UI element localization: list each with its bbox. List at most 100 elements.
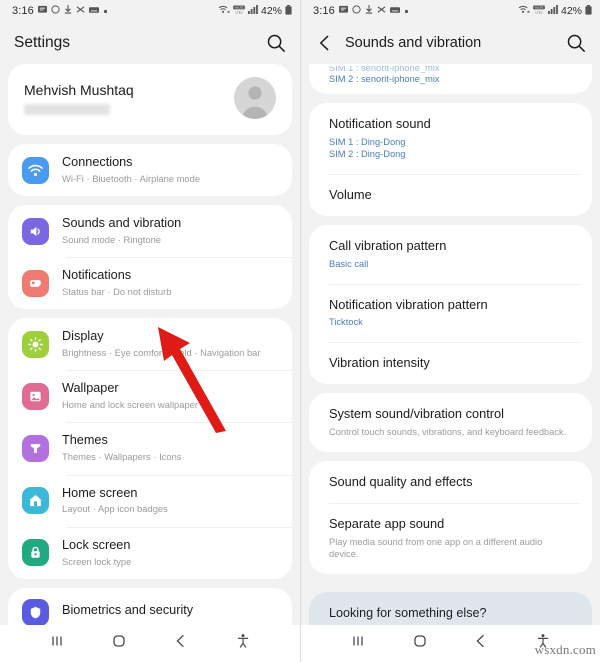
sidebar-item-lock-screen[interactable]: Lock screen Screen lock type xyxy=(8,526,292,579)
row-title: Wallpaper xyxy=(62,381,119,396)
group-notification-volume: Notification sound SIM 1 : Ding-Dong SIM… xyxy=(309,103,592,217)
row-text: Notifications Status bar · Do not distur… xyxy=(62,268,171,298)
row-system-sound-vibration-control[interactable]: System sound/vibration control Control t… xyxy=(309,393,592,451)
recents-icon[interactable] xyxy=(48,632,66,655)
row-text: Lock screen Screen lock type xyxy=(62,538,131,568)
row-text: Biometrics and security xyxy=(62,603,193,621)
row-separate-app-sound[interactable]: Separate app sound Play media sound from… xyxy=(309,503,592,574)
sidebar-item-sounds-and-vibration[interactable]: Sounds and vibration Sound mode · Ringto… xyxy=(8,205,292,257)
recents-icon[interactable] xyxy=(349,632,367,655)
battery-icon xyxy=(585,4,592,18)
battery-percent-label: 42% xyxy=(260,5,282,17)
sidebar-item-connections[interactable]: Connections Wi-Fi · Bluetooth · Airplane… xyxy=(8,144,292,196)
home-square-icon[interactable] xyxy=(411,632,429,655)
search-icon[interactable] xyxy=(566,33,586,53)
shield-icon xyxy=(22,598,49,626)
row-title: Notification sound xyxy=(329,116,431,132)
navigation-bar-left xyxy=(0,625,300,662)
profile-text: Mehvish Mushtaq xyxy=(24,82,134,115)
status-bar-left-icons: 3:16 xyxy=(12,5,108,17)
signal-icon xyxy=(247,5,258,17)
row-sub-sim2: SIM 2 : Ding-Dong xyxy=(329,149,406,160)
battery-icon xyxy=(285,4,292,18)
row-title: Notifications xyxy=(62,268,132,283)
settings-group-sound-notifications: Sounds and vibration Sound mode · Ringto… xyxy=(8,205,292,310)
back-chevron-icon[interactable] xyxy=(472,632,490,655)
svg-text:VoLTE: VoLTE xyxy=(535,6,544,10)
row-text: Home screen Layout · App icon badges xyxy=(62,486,168,516)
row-subtitle: Themes · Wallpapers · Icons xyxy=(62,451,182,463)
home-icon xyxy=(22,487,49,515)
sounds-scroll-area[interactable]: SIM 1 : senorit-iphone_mix SIM 2 : senor… xyxy=(301,64,600,662)
message-icon xyxy=(338,5,348,17)
row-text: Wallpaper Home and lock screen wallpaper xyxy=(62,381,198,411)
mute-icon xyxy=(377,5,386,17)
lock-icon xyxy=(22,539,49,567)
sidebar-item-display[interactable]: Display Brightness · Eye comfort shield … xyxy=(8,318,292,370)
profile-card[interactable]: Mehvish Mushtaq xyxy=(8,64,292,135)
row-subtitle: Home and lock screen wallpaper xyxy=(62,399,199,411)
avatar[interactable] xyxy=(234,77,276,119)
row-sub-sim1: SIM 1 : Ding-Dong xyxy=(329,136,406,147)
status-bar-right: 3:16 VoLTE LTE2 42% xyxy=(301,0,600,22)
keyboard-icon xyxy=(88,6,99,17)
sidebar-item-wallpaper[interactable]: Wallpaper Home and lock screen wallpaper xyxy=(8,370,292,422)
status-bar-clock: 3:16 xyxy=(12,5,34,17)
group-vibration: Call vibration pattern Basic call Notifi… xyxy=(309,225,592,385)
sidebar-item-notifications[interactable]: Notifications Status bar · Do not distur… xyxy=(8,257,292,309)
watermark: wsxdn.com xyxy=(534,642,596,657)
row-call-vibration-pattern[interactable]: Call vibration pattern Basic call xyxy=(309,225,592,283)
profile-row[interactable]: Mehvish Mushtaq xyxy=(8,64,292,135)
settings-group-display: Display Brightness · Eye comfort shield … xyxy=(8,318,292,579)
ringtone-card-clipped[interactable]: SIM 1 : senorit-iphone_mix SIM 2 : senor… xyxy=(309,64,592,95)
home-square-icon[interactable] xyxy=(110,632,128,655)
row-title: Call vibration pattern xyxy=(329,238,447,254)
group-sound-quality: Sound quality and effects Separate app s… xyxy=(309,460,592,574)
speaker-icon xyxy=(22,217,49,245)
sidebar-item-home-screen[interactable]: Home screen Layout · App icon badges xyxy=(8,474,292,527)
row-title: Home screen xyxy=(62,485,138,500)
row-sub: Basic call xyxy=(329,259,369,270)
row-title: Notification vibration pattern xyxy=(329,296,488,312)
sidebar-item-themes[interactable]: Themes Themes · Wallpapers · Icons xyxy=(8,422,292,474)
search-icon[interactable] xyxy=(266,33,286,53)
message-icon xyxy=(37,5,47,17)
row-sound-quality-and-effects[interactable]: Sound quality and effects xyxy=(309,461,592,504)
dot-icon xyxy=(103,6,108,17)
status-bar-clock: 3:16 xyxy=(313,5,335,17)
brightness-icon xyxy=(22,330,49,358)
notification-icon xyxy=(22,269,49,297)
row-subtitle: Wi-Fi · Bluetooth · Airplane mode xyxy=(62,172,201,184)
circle-icon xyxy=(51,5,60,17)
row-title: Biometrics and security xyxy=(62,603,194,618)
status-bar-right-icons: VoLTE LTE2 42% xyxy=(518,4,592,18)
svg-text:LTE2: LTE2 xyxy=(235,11,242,15)
wifi-icon xyxy=(22,156,49,184)
settings-scroll-area[interactable]: Mehvish Mushtaq Connections Wi-Fi · Blue… xyxy=(0,64,300,662)
row-vibration-intensity[interactable]: Vibration intensity xyxy=(309,341,592,385)
row-notification-sound[interactable]: Notification sound SIM 1 : Ding-Dong SIM… xyxy=(309,103,592,174)
row-notification-vibration-pattern[interactable]: Notification vibration pattern Ticktock xyxy=(309,283,592,342)
row-title: Vibration intensity xyxy=(329,354,430,370)
page-title: Settings xyxy=(14,34,71,51)
volte-icon: VoLTE LTE2 xyxy=(533,5,545,17)
app-bar-sounds-and-vibration: Sounds and vibration xyxy=(301,22,600,64)
row-subtitle: Status bar · Do not disturb xyxy=(62,286,172,298)
download-icon xyxy=(365,5,373,17)
row-text: Sounds and vibration Sound mode · Ringto… xyxy=(62,216,181,246)
ringtone-sim1-clipped: SIM 1 : senorit-iphone_mix xyxy=(329,66,440,73)
row-subtitle: Play media sound from one app on a diffe… xyxy=(329,536,543,560)
keyboard-icon xyxy=(389,6,400,17)
row-title: Sounds and vibration xyxy=(62,216,182,231)
right-phone-screen: 3:16 VoLTE LTE2 42% Sounds and vibration… xyxy=(300,0,600,662)
status-bar-right-icons: VoLTE LTE2 42% xyxy=(218,4,292,18)
svg-text:VoLTE: VoLTE xyxy=(235,6,244,10)
row-volume[interactable]: Volume xyxy=(309,173,592,217)
themes-icon xyxy=(22,435,49,463)
back-chevron-icon[interactable] xyxy=(172,632,190,655)
profile-name: Mehvish Mushtaq xyxy=(24,81,134,98)
accessibility-icon[interactable] xyxy=(234,632,252,655)
person-avatar-icon xyxy=(242,86,268,119)
wifi-calling-icon xyxy=(518,5,530,17)
back-chevron-icon[interactable] xyxy=(315,33,335,53)
